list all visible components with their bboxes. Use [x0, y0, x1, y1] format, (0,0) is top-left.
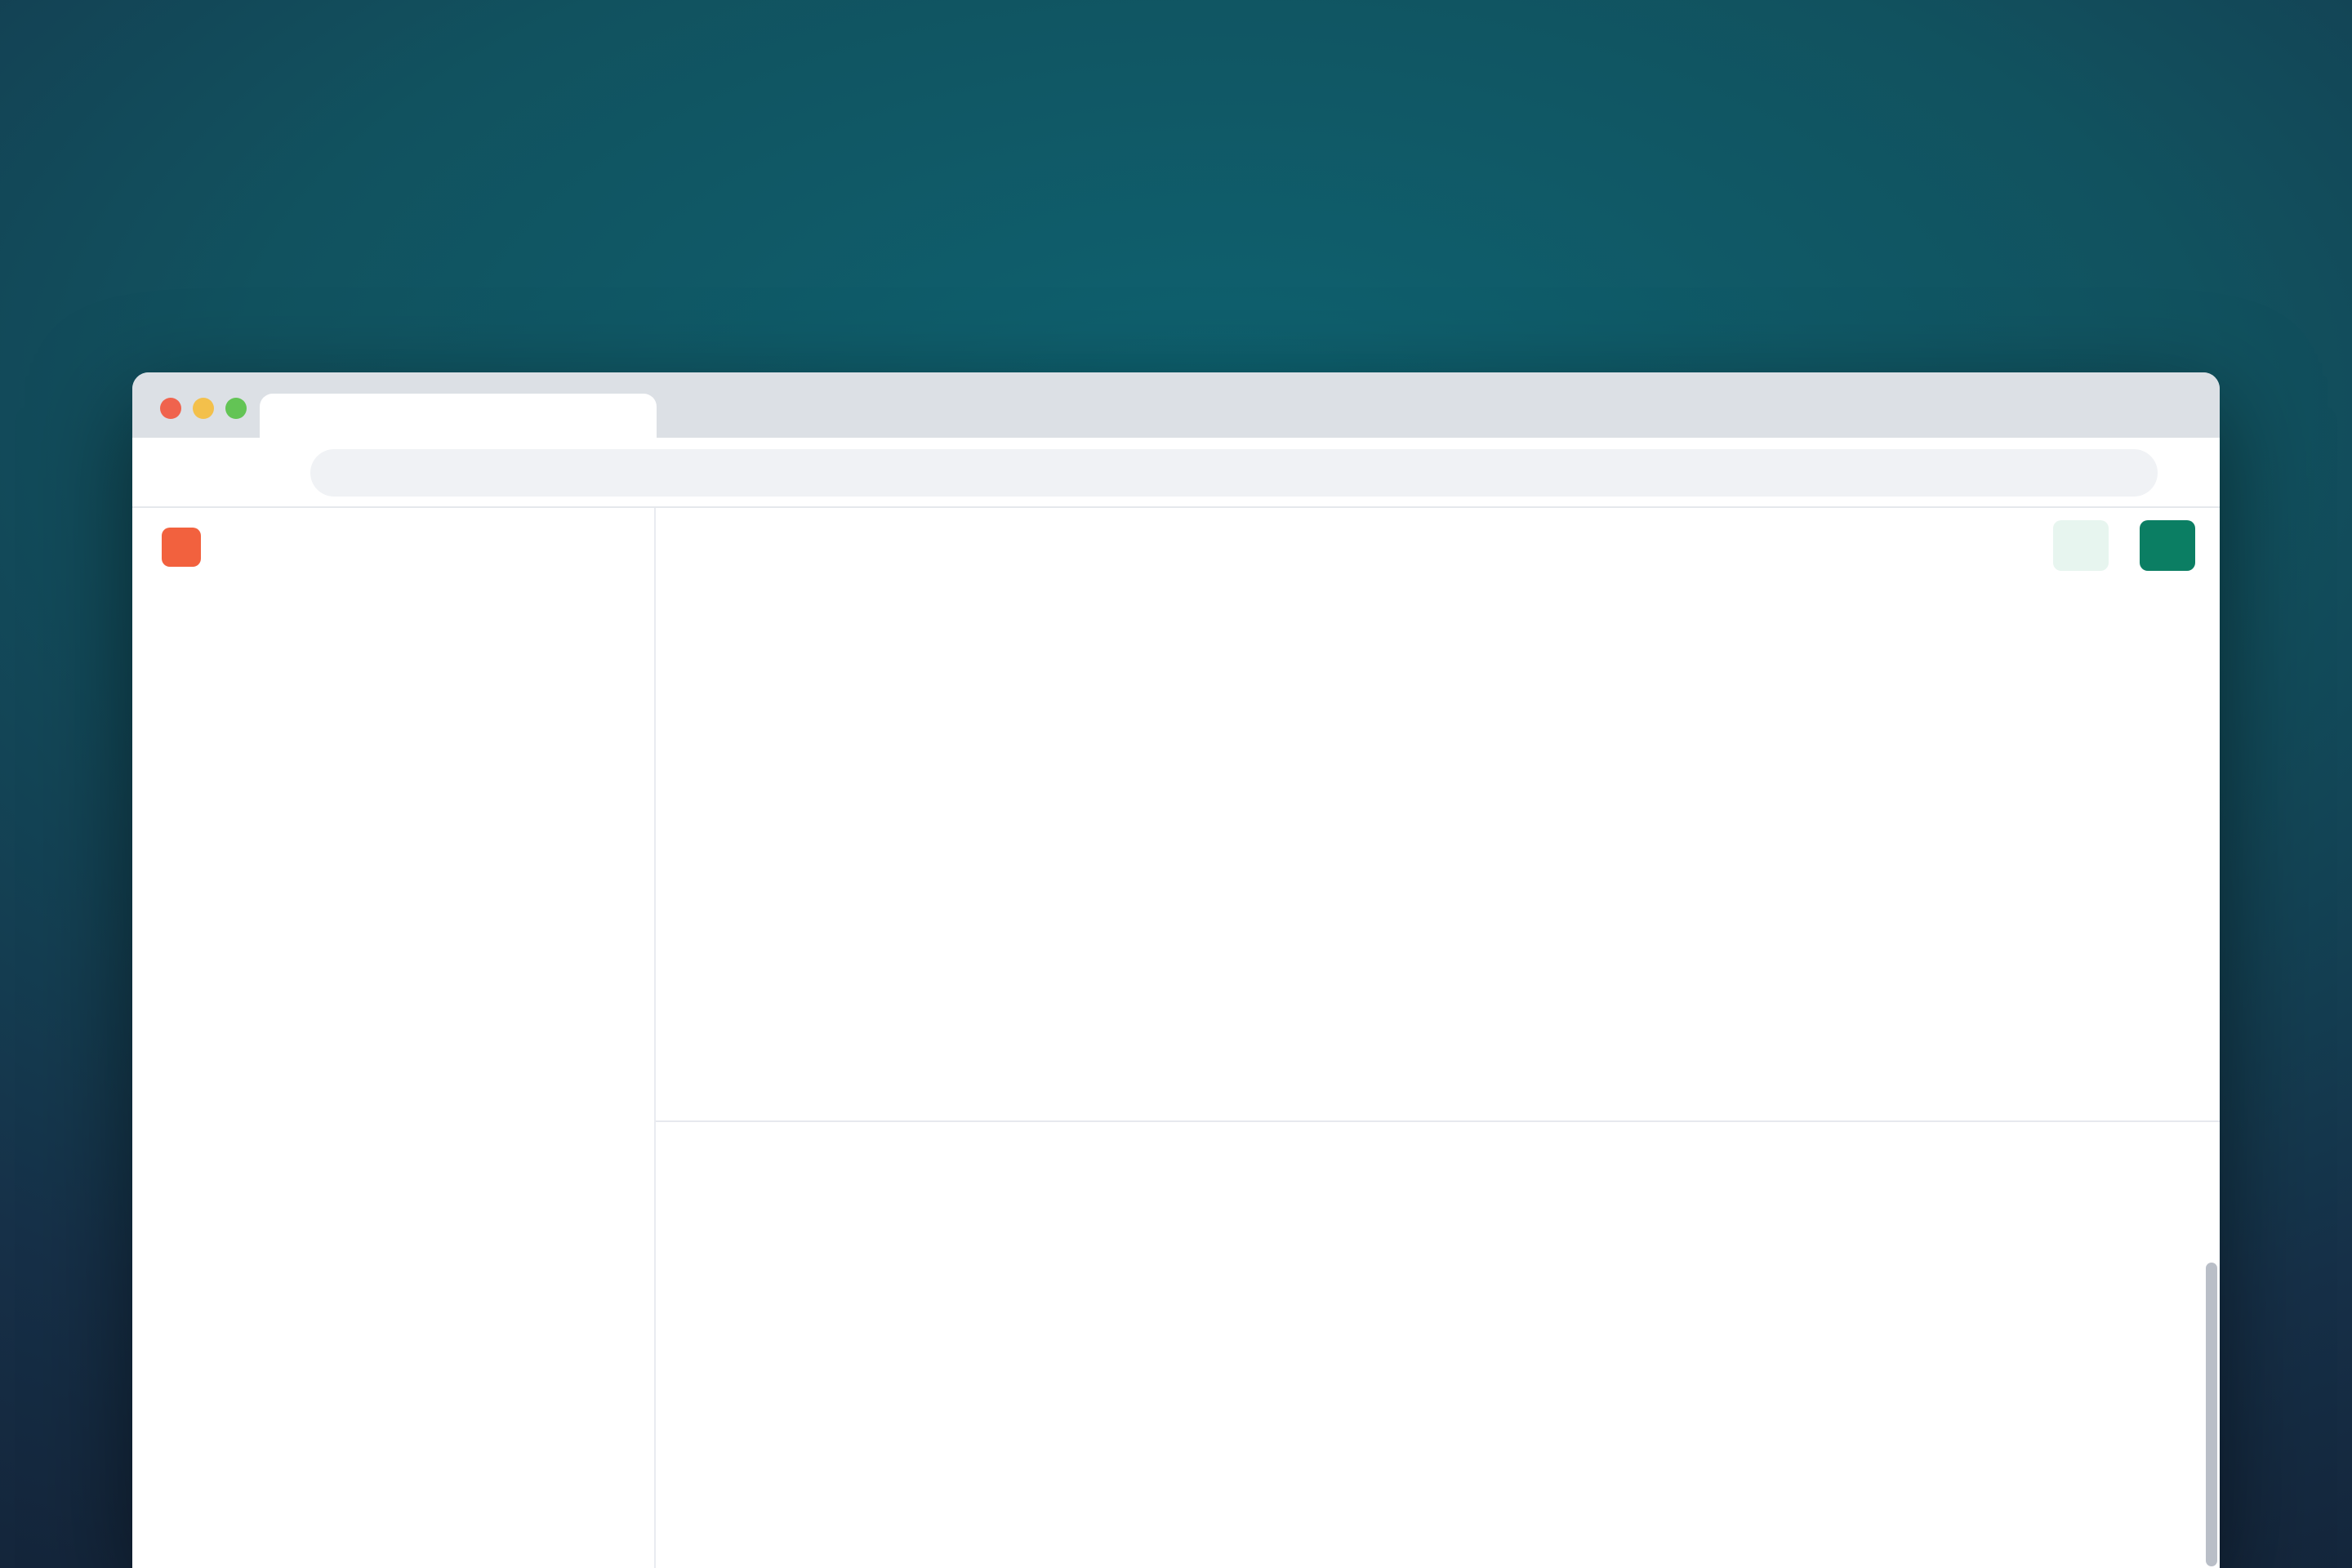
new-tab-button[interactable]: [686, 403, 710, 428]
main-panel: [656, 508, 2220, 1568]
ingestion-chart: [698, 823, 2168, 987]
browser-menu-icon[interactable]: [2176, 461, 2198, 484]
forward-button[interactable]: [205, 459, 233, 487]
data-table-wrap: [656, 1122, 2220, 1568]
lock-icon: [332, 463, 351, 483]
add-data-source-icon[interactable]: [589, 1209, 612, 1232]
share-button[interactable]: [2053, 520, 2109, 571]
window-controls: [160, 398, 247, 419]
maximize-window-button[interactable]: [225, 398, 247, 419]
app-content: [132, 508, 2220, 1568]
datasource-icon: [716, 637, 754, 675]
tab-close-icon[interactable]: [621, 405, 642, 426]
more-options-icon[interactable]: [1989, 529, 2022, 562]
add-pipe-icon[interactable]: [589, 869, 612, 893]
chevron-down-icon: [229, 537, 248, 557]
minimize-window-button[interactable]: [193, 398, 214, 419]
browser-tab-bar: [132, 372, 2220, 438]
back-button[interactable]: [154, 459, 181, 487]
reload-button[interactable]: [258, 460, 284, 486]
sidebar: [132, 508, 656, 1568]
browser-toolbar: [132, 438, 2220, 508]
browser-tab[interactable]: [260, 394, 657, 438]
tinybird-logo-icon: [274, 403, 301, 429]
browser-window: [132, 372, 2220, 1568]
workspace-switcher[interactable]: [162, 528, 248, 567]
title-row: [716, 637, 773, 675]
search-icon[interactable]: [604, 537, 626, 559]
workspace-avatar: [162, 528, 201, 567]
header-actions: [1989, 520, 2195, 571]
settings-gear-icon[interactable]: [564, 537, 586, 559]
create-pipe-button[interactable]: [2140, 520, 2195, 571]
close-window-button[interactable]: [160, 398, 181, 419]
address-bar[interactable]: [310, 449, 2158, 497]
table-scrollbar[interactable]: [2206, 1263, 2217, 1566]
